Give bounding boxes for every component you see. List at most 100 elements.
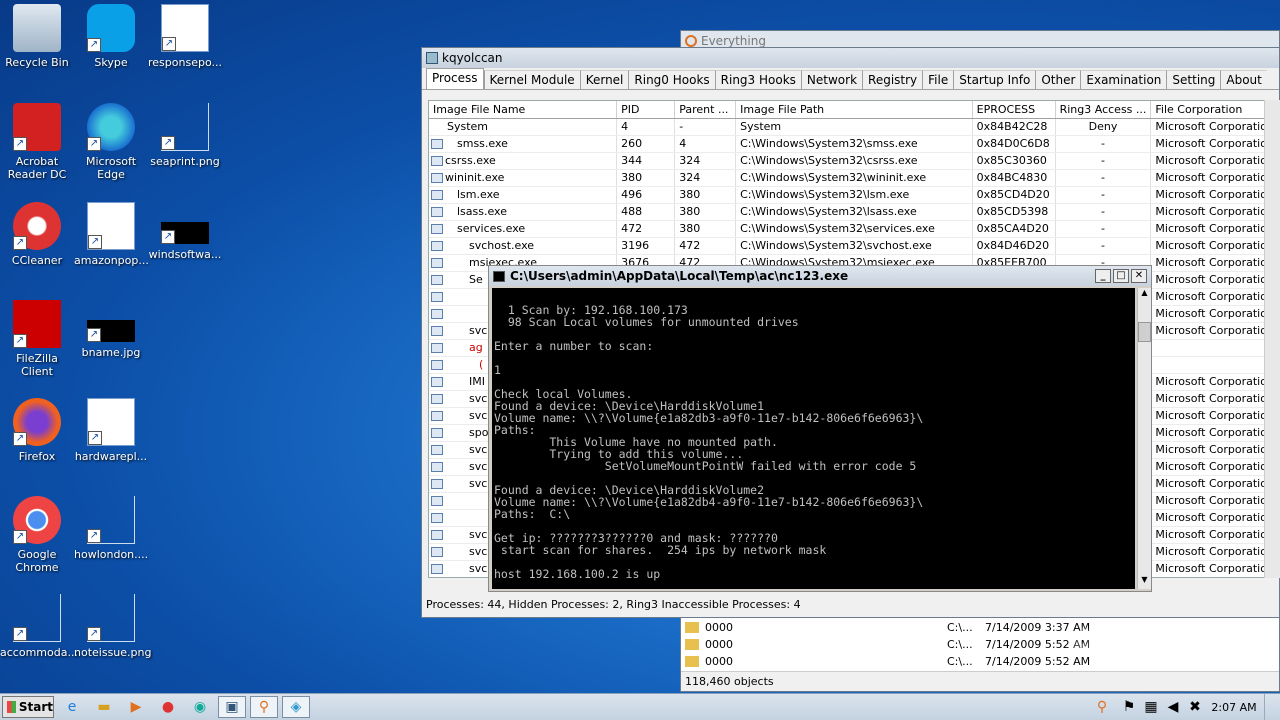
table-cell: C:\Windows\System32\smss.exe xyxy=(735,135,973,153)
desktop-icon-label: seaprint.png xyxy=(150,155,220,168)
pchunter-scrollbar[interactable] xyxy=(1264,100,1280,578)
column-header[interactable]: Image File Path xyxy=(735,101,973,119)
column-header[interactable]: Image File Name xyxy=(429,101,618,119)
maximize-button[interactable]: □ xyxy=(1113,269,1129,283)
table-row[interactable]: svchost.exe 3196 472 C:\Windows\System32\sv… xyxy=(429,237,1279,255)
tab-network[interactable]: Network xyxy=(800,70,863,89)
desktop-icon[interactable]: ↗ accommoda... xyxy=(0,594,78,659)
start-button[interactable]: Start xyxy=(2,696,54,718)
desktop-icon[interactable]: ↗ hardwarepl... xyxy=(74,398,148,463)
desktop-icon[interactable]: Recycle Bin xyxy=(0,4,74,69)
cell-text: 0x84D0C6D8 xyxy=(976,137,1050,150)
tab-startup-info[interactable]: Startup Info xyxy=(953,70,1036,89)
table-row[interactable]: services.exe 472 380 C:\Windows\System32\se… xyxy=(429,220,1279,238)
explorer-icon[interactable]: ▬ xyxy=(90,696,118,718)
desktop-icon[interactable]: ↗ windsoftwa... xyxy=(148,202,222,261)
column-header[interactable]: PID xyxy=(616,101,676,119)
scroll-up-arrow[interactable]: ▲ xyxy=(1138,288,1151,302)
table-row[interactable]: smss.exe 260 4 C:\Windows\System32\smss.exe… xyxy=(429,135,1279,153)
process-icon xyxy=(431,207,443,217)
console-window[interactable]: C:\Users\admin\AppData\Local\Temp\ac\nc1… xyxy=(488,265,1152,592)
tab-kernel[interactable]: Kernel xyxy=(579,70,629,89)
recycle-bin-icon xyxy=(13,4,61,52)
table-row[interactable]: lsm.exe 496 380 C:\Windows\System32\lsm.exe… xyxy=(429,186,1279,204)
image-file-icon: ↗ xyxy=(13,594,61,642)
volume-icon[interactable]: ◀ xyxy=(1164,696,1182,718)
desktop-icon[interactable]: ↗ seaprint.png xyxy=(148,103,222,168)
column-header[interactable]: Parent ... xyxy=(674,101,737,119)
column-header[interactable]: EPROCESS xyxy=(972,101,1056,119)
search-tray-icon[interactable]: ⚲ xyxy=(1088,696,1116,718)
desktop-icon-label: bname.jpg xyxy=(81,346,141,359)
desktop-icon[interactable]: ↗ responsepo... xyxy=(148,4,222,69)
tab-ring3-hooks[interactable]: Ring3 Hooks xyxy=(714,70,801,89)
console-taskbar-icon[interactable]: ◈ xyxy=(282,696,310,718)
cell-text: 380 xyxy=(679,222,701,235)
table-cell: Microsoft Corporation xyxy=(1150,509,1279,527)
cell-text: Microsoft Corporation xyxy=(1155,137,1274,150)
console-scrollbar[interactable]: ▲ ▼ xyxy=(1137,288,1151,589)
close-button[interactable]: ✕ xyxy=(1131,269,1147,283)
tab-examination[interactable]: Examination xyxy=(1080,70,1167,89)
table-cell: 0x85C30360 xyxy=(972,152,1056,170)
desktop-icon[interactable]: ↗ Microsoft Edge xyxy=(74,103,148,181)
tab-kernel-module[interactable]: Kernel Module xyxy=(483,70,580,89)
pchunter-statusbar: Processes: 44, Hidden Processes: 2, Ring… xyxy=(426,598,1276,614)
desktop-icon[interactable]: ↗ CCleaner xyxy=(0,202,74,267)
minimize-button[interactable]: _ xyxy=(1095,269,1111,283)
table-cell: C:\Windows\System32\csrss.exe xyxy=(735,152,973,170)
desktop-icon[interactable]: ↗ Skype xyxy=(74,4,148,69)
pchunter-taskbar-icon[interactable]: ▣ xyxy=(218,696,246,718)
scroll-thumb[interactable] xyxy=(1138,322,1151,342)
table-row[interactable]: wininit.exe 380 324 C:\Windows\System32\win… xyxy=(429,169,1279,187)
tab-other[interactable]: Other xyxy=(1035,70,1081,89)
clock[interactable]: 2:07 AM xyxy=(1204,701,1264,714)
power-icon[interactable]: ✖ xyxy=(1186,696,1204,718)
shortcut-arrow-icon: ↗ xyxy=(87,137,101,151)
column-header[interactable]: File Corporation xyxy=(1150,101,1279,119)
cell-text: 380 xyxy=(679,188,701,201)
desktop-icon[interactable]: ↗ Firefox xyxy=(0,398,74,463)
process-icon xyxy=(431,394,443,404)
flag-icon[interactable]: ⚑ xyxy=(1120,696,1138,718)
tab-about[interactable]: About xyxy=(1220,70,1267,89)
desktop-icon[interactable]: ↗ Google Chrome xyxy=(0,496,74,574)
shortcut-arrow-icon: ↗ xyxy=(161,136,175,150)
table-cell: - xyxy=(1055,135,1152,153)
chrome-taskbar-icon[interactable]: ● xyxy=(154,696,182,718)
tab-file[interactable]: File xyxy=(922,70,954,89)
table-cell: smss.exe xyxy=(429,135,618,153)
black-image-icon: ↗ xyxy=(87,320,135,342)
tab-process[interactable]: Process xyxy=(426,68,484,89)
network-icon[interactable]: ▦ xyxy=(1142,696,1160,718)
show-desktop-button[interactable] xyxy=(1264,694,1280,720)
desktop-icon-label: Acrobat Reader DC xyxy=(7,155,67,181)
scroll-down-arrow[interactable]: ▼ xyxy=(1138,575,1151,589)
desktop-icon[interactable]: ↗ Acrobat Reader DC xyxy=(0,103,74,181)
table-row[interactable]: System 4 - System 0x84B42C28 Deny Microsoft Co… xyxy=(429,118,1279,136)
desktop-icon[interactable]: ↗ noteissue.png xyxy=(74,594,151,659)
edge-taskbar-icon[interactable]: ◉ xyxy=(186,696,214,718)
tab-setting[interactable]: Setting xyxy=(1166,70,1221,89)
console-output[interactable]: 1 Scan by: 192.168.100.173 98 Scan Local… xyxy=(492,288,1135,589)
cell-text: svc xyxy=(469,392,488,405)
desktop-icon[interactable]: ↗ bname.jpg xyxy=(74,300,148,359)
desktop-icon[interactable]: ↗ amazonpop... xyxy=(74,202,149,267)
ie-icon[interactable]: e xyxy=(58,696,86,718)
tab-registry[interactable]: Registry xyxy=(862,70,923,89)
desktop-icon[interactable]: ↗ FileZilla Client xyxy=(0,300,74,378)
table-row[interactable]: csrss.exe 344 324 C:\Windows\System32\csrss… xyxy=(429,152,1279,170)
media-player-icon[interactable]: ▶ xyxy=(122,696,150,718)
cell-text: svc xyxy=(469,528,488,541)
pchunter-titlebar[interactable]: kqyolccan xyxy=(422,48,1279,68)
tab-ring0-hooks[interactable]: Ring0 Hooks xyxy=(628,70,715,89)
everything-taskbar-icon[interactable]: ⚲ xyxy=(250,696,278,718)
cell-text: wininit.exe xyxy=(445,171,505,184)
cell-text: IMI xyxy=(469,375,485,388)
column-header[interactable]: Ring3 Access ... xyxy=(1055,101,1152,119)
cell-text: Microsoft Corporation xyxy=(1155,188,1274,201)
table-row[interactable]: lsass.exe 488 380 C:\Windows\System32\lsass… xyxy=(429,203,1279,221)
desktop-icon-label: CCleaner xyxy=(11,254,63,267)
console-titlebar[interactable]: C:\Users\admin\AppData\Local\Temp\ac\nc1… xyxy=(489,266,1151,286)
desktop-icon[interactable]: ↗ howlondon.... xyxy=(74,496,148,561)
